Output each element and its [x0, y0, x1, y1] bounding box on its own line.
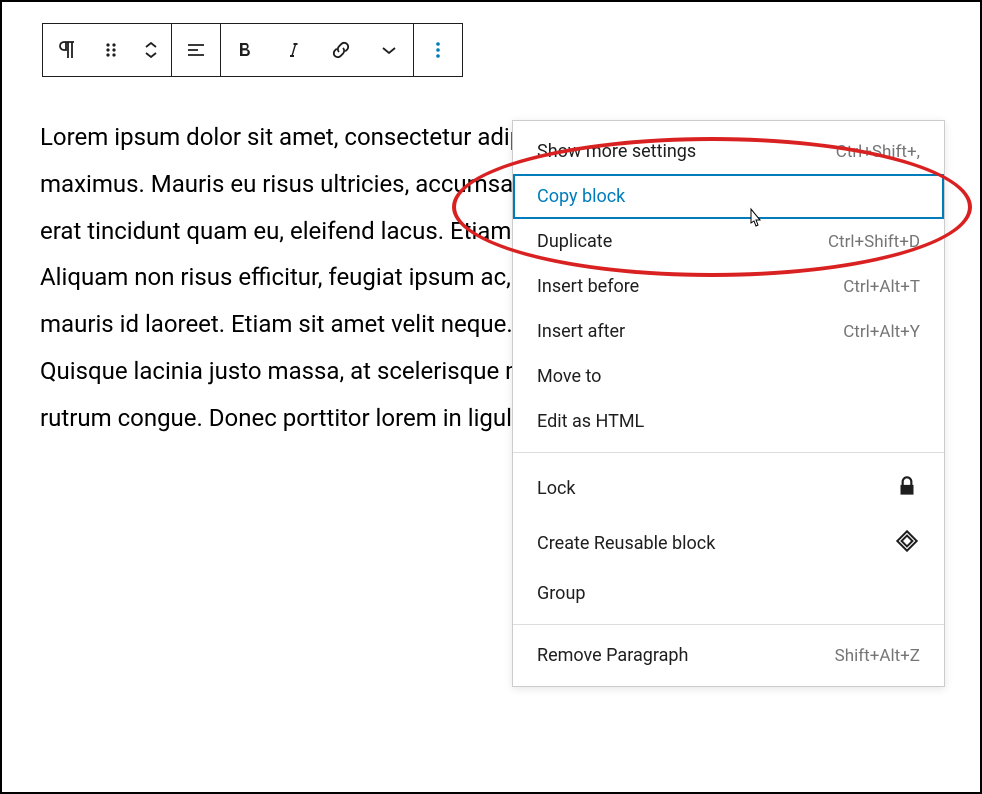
toolbar-group-options — [414, 24, 462, 76]
menu-label: Move to — [537, 366, 601, 387]
reusable-icon — [894, 528, 920, 559]
link-icon[interactable] — [317, 24, 365, 76]
drag-handle-icon[interactable] — [91, 24, 131, 76]
italic-icon[interactable] — [269, 24, 317, 76]
menu-show-more-settings[interactable]: Show more settings Ctrl+Shift+, — [513, 129, 944, 174]
menu-duplicate[interactable]: Duplicate Ctrl+Shift+D — [513, 219, 944, 264]
menu-section-2: Lock Create Reusable block Group — [513, 453, 944, 625]
block-toolbar — [42, 23, 463, 77]
lock-icon — [894, 473, 920, 504]
menu-shortcut: Ctrl+Alt+Y — [843, 322, 920, 342]
editor-frame: Lorem ipsum dolor sit amet, consectetur … — [0, 0, 982, 794]
menu-section-3: Remove Paragraph Shift+Alt+Z — [513, 625, 944, 686]
menu-label: Edit as HTML — [537, 411, 644, 432]
menu-shortcut: Ctrl+Shift+D — [828, 232, 920, 252]
menu-label: Remove Paragraph — [537, 645, 688, 666]
align-icon[interactable] — [172, 24, 220, 76]
menu-edit-as-html[interactable]: Edit as HTML — [513, 399, 944, 444]
bold-icon[interactable] — [221, 24, 269, 76]
menu-label: Group — [537, 583, 585, 604]
menu-label: Copy block — [537, 186, 625, 207]
block-options-menu: Show more settings Ctrl+Shift+, Copy blo… — [512, 120, 945, 687]
menu-copy-block[interactable]: Copy block — [513, 174, 944, 219]
toolbar-group-block — [43, 24, 172, 76]
menu-lock[interactable]: Lock — [513, 461, 944, 516]
menu-section-1: Show more settings Ctrl+Shift+, Copy blo… — [513, 121, 944, 453]
menu-insert-before[interactable]: Insert before Ctrl+Alt+T — [513, 264, 944, 309]
options-icon[interactable] — [414, 24, 462, 76]
menu-label: Create Reusable block — [537, 533, 715, 554]
move-up-down-icon[interactable] — [131, 24, 171, 76]
menu-shortcut: Ctrl+Alt+T — [843, 277, 920, 297]
menu-group[interactable]: Group — [513, 571, 944, 616]
more-format-icon[interactable] — [365, 24, 413, 76]
menu-remove-paragraph[interactable]: Remove Paragraph Shift+Alt+Z — [513, 633, 944, 678]
menu-shortcut: Shift+Alt+Z — [835, 646, 920, 666]
toolbar-group-align — [172, 24, 221, 76]
menu-shortcut: Ctrl+Shift+, — [836, 142, 920, 162]
menu-label: Lock — [537, 478, 576, 499]
menu-label: Duplicate — [537, 231, 612, 252]
menu-insert-after[interactable]: Insert after Ctrl+Alt+Y — [513, 309, 944, 354]
menu-create-reusable[interactable]: Create Reusable block — [513, 516, 944, 571]
toolbar-group-format — [221, 24, 414, 76]
menu-label: Insert after — [537, 321, 625, 342]
menu-label: Show more settings — [537, 141, 696, 162]
menu-label: Insert before — [537, 276, 639, 297]
paragraph-block-icon[interactable] — [43, 24, 91, 76]
menu-move-to[interactable]: Move to — [513, 354, 944, 399]
